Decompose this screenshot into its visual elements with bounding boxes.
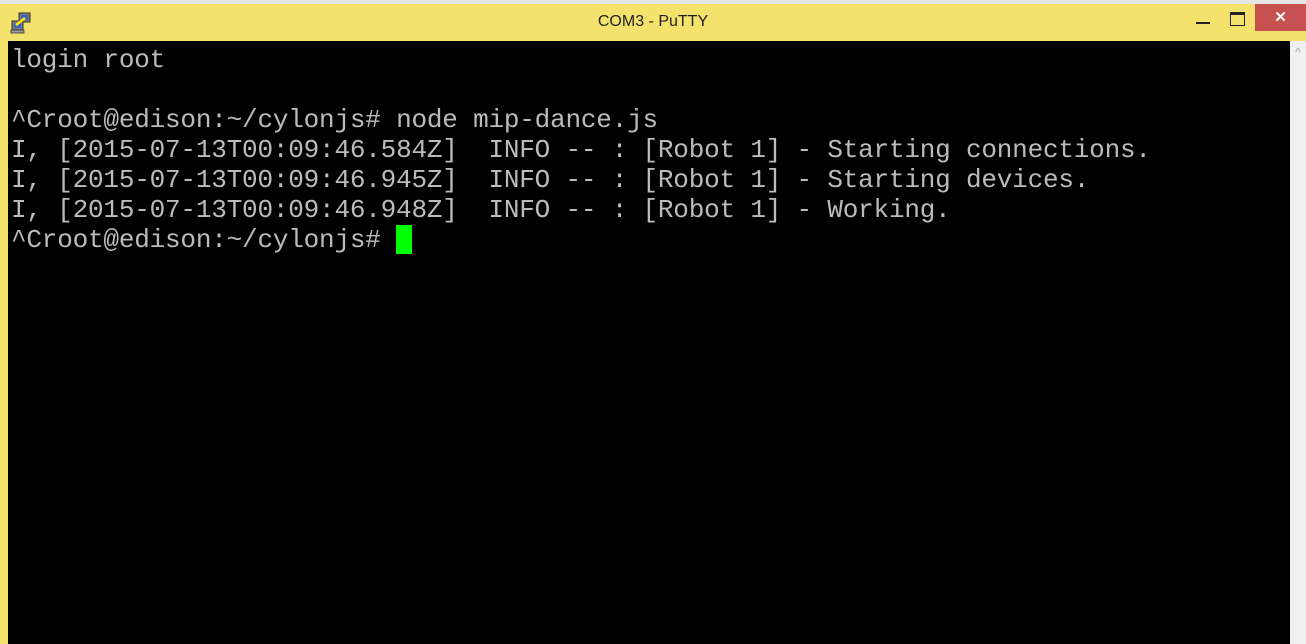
terminal-output: login root ^Croot@edison:~/cylonjs# node…	[11, 45, 1151, 255]
title-bar[interactable]: COM3 - PuTTY ✕	[0, 4, 1306, 41]
terminal-line: I, [2015-07-13T00:09:46.948Z] INFO -- : …	[11, 195, 951, 225]
putty-window: COM3 - PuTTY ✕ login root ^Croot@edison:…	[0, 4, 1306, 644]
vertical-scrollbar[interactable]: ^	[1290, 41, 1306, 644]
maximize-button[interactable]	[1230, 4, 1250, 31]
scroll-up-arrow-icon[interactable]: ^	[1290, 45, 1306, 59]
terminal-line: I, [2015-07-13T00:09:46.945Z] INFO -- : …	[11, 165, 1090, 195]
close-button[interactable]: ✕	[1255, 4, 1306, 31]
terminal-line: login root	[11, 45, 166, 75]
terminal-line: I, [2015-07-13T00:09:46.584Z] INFO -- : …	[11, 135, 1151, 165]
terminal-prompt: ^Croot@edison:~/cylonjs#	[11, 225, 397, 255]
terminal-line: ^Croot@edison:~/cylonjs# node mip-dance.…	[11, 105, 658, 135]
close-icon: ✕	[1274, 9, 1287, 26]
terminal-cursor	[396, 225, 413, 254]
terminal-area[interactable]: login root ^Croot@edison:~/cylonjs# node…	[8, 41, 1290, 644]
window-title: COM3 - PuTTY	[597, 13, 709, 30]
